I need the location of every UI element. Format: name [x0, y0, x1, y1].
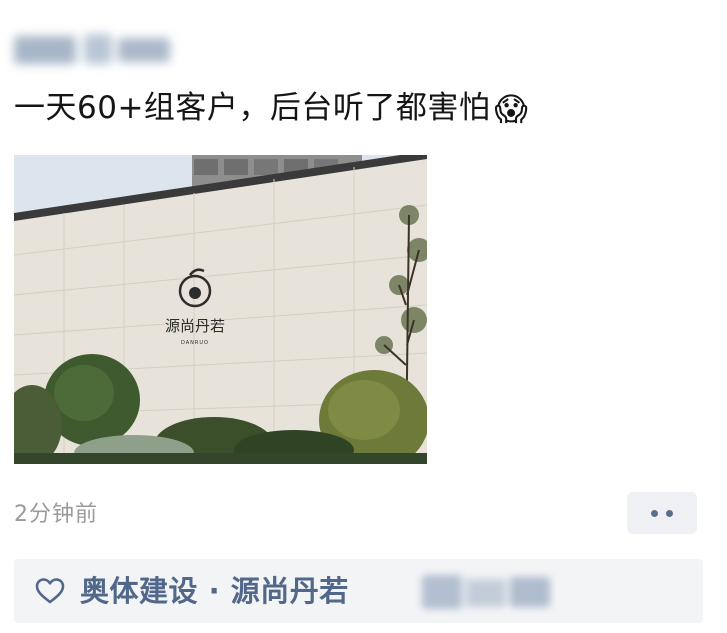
likes-bar: 奥体建设 · 源尚丹若: [14, 559, 703, 623]
author-name-blurred[interactable]: [14, 30, 174, 72]
post-text: 一天60+组客户，后台听了都害怕 😱: [14, 86, 528, 131]
liker-names[interactable]: 奥体建设 · 源尚丹若: [80, 570, 349, 612]
svg-text:源尚丹若: 源尚丹若: [165, 317, 225, 335]
post-photo[interactable]: 源尚丹若 DANRUO: [14, 155, 427, 464]
more-actions-button[interactable]: [627, 492, 697, 534]
scream-emoji-icon: 😱: [494, 90, 529, 128]
post-text-content: 一天60+组客户，后台听了都害怕: [14, 90, 491, 126]
more-dot-icon: [666, 509, 673, 517]
heart-outline-icon: [35, 578, 65, 604]
post-timestamp: 2分钟前: [14, 502, 98, 527]
more-dot-icon: [651, 509, 658, 517]
liker-name-blurred[interactable]: [416, 573, 556, 611]
svg-text:DANRUO: DANRUO: [181, 340, 209, 346]
